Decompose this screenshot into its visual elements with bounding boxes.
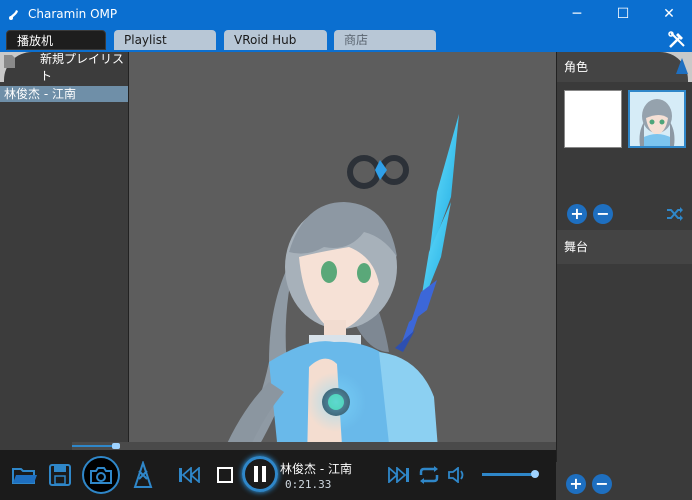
now-playing-title: 林俊杰 - 江南 bbox=[280, 462, 352, 476]
add-stage-button[interactable]: + bbox=[566, 474, 586, 494]
tools-icon[interactable] bbox=[666, 30, 688, 50]
dancer-icon[interactable] bbox=[128, 460, 158, 490]
playlist-header: 新規プレイリスト bbox=[0, 52, 128, 83]
3d-viewport[interactable] bbox=[129, 52, 556, 462]
tab-vroid-hub[interactable]: VRoid Hub bbox=[224, 30, 327, 50]
repeat-icon[interactable] bbox=[416, 464, 442, 486]
remove-stage-button[interactable]: − bbox=[592, 474, 612, 494]
add-character-button[interactable]: + bbox=[567, 204, 587, 224]
speaker-icon[interactable] bbox=[446, 464, 468, 486]
elapsed-time: 0:21.33 bbox=[285, 478, 332, 491]
tab-strip: 播放机 Playlist VRoid Hub 商店 bbox=[0, 28, 692, 52]
list-item[interactable]: 林俊杰 - 江南 bbox=[0, 86, 128, 102]
playlist-name: 新規プレイリスト bbox=[40, 52, 125, 83]
folder-icon[interactable] bbox=[10, 462, 40, 488]
stop-icon[interactable] bbox=[214, 464, 236, 486]
character-controls: + − bbox=[557, 202, 692, 226]
tab-playlist[interactable]: Playlist bbox=[114, 30, 216, 50]
right-panel: 角色 + − 舞台 bbox=[556, 52, 692, 500]
skip-forward-icon[interactable] bbox=[386, 464, 412, 486]
stage-title: 舞台 bbox=[557, 230, 692, 264]
volume-slider[interactable] bbox=[482, 470, 539, 478]
playlist-menu-icon[interactable] bbox=[0, 52, 32, 82]
maximize-button[interactable]: ☐ bbox=[600, 0, 646, 28]
tab-store[interactable]: 商店 bbox=[334, 30, 436, 50]
seek-bar[interactable] bbox=[72, 442, 556, 450]
shuffle-icon[interactable] bbox=[665, 204, 685, 224]
save-icon[interactable] bbox=[46, 462, 74, 488]
avatar bbox=[630, 92, 684, 146]
pause-icon[interactable] bbox=[242, 456, 278, 492]
title-bar: Charamin OMP ─ ☐ ✕ bbox=[0, 0, 692, 28]
app-logo-icon bbox=[6, 6, 22, 22]
stage-controls: + − bbox=[556, 462, 692, 500]
camera-icon[interactable] bbox=[82, 456, 120, 494]
minimize-button[interactable]: ─ bbox=[554, 0, 600, 28]
window-title: Charamin OMP bbox=[28, 7, 118, 21]
close-button[interactable]: ✕ bbox=[646, 0, 692, 28]
character-thumb-blank[interactable] bbox=[564, 90, 622, 148]
playlist-panel: 新規プレイリスト 林俊杰 - 江南 bbox=[0, 52, 129, 500]
seek-handle[interactable] bbox=[111, 443, 120, 449]
seek-progress bbox=[72, 445, 116, 447]
character-thumb-avatar[interactable] bbox=[628, 90, 686, 148]
remove-character-button[interactable]: − bbox=[593, 204, 613, 224]
tab-player[interactable]: 播放机 bbox=[6, 30, 106, 50]
volume-handle[interactable] bbox=[531, 470, 539, 478]
character-menu-icon[interactable] bbox=[660, 52, 692, 82]
skip-back-icon[interactable] bbox=[176, 464, 202, 486]
character-render bbox=[219, 114, 459, 462]
